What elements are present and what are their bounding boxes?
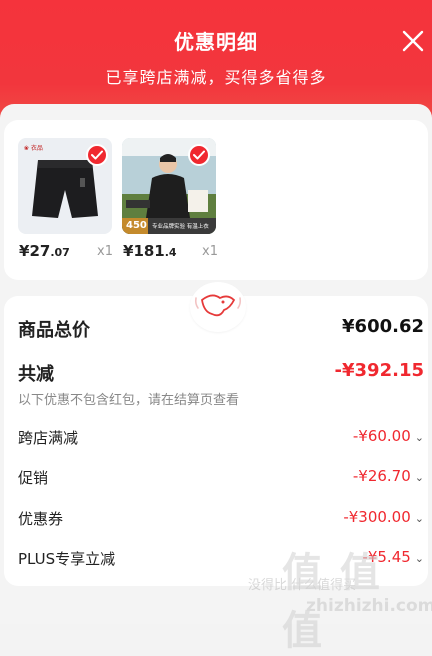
chevron-down-icon[interactable]: ⌄ xyxy=(415,552,424,565)
chevron-down-icon[interactable]: ⌄ xyxy=(415,471,424,484)
product-price: ¥181.4 xyxy=(123,242,177,260)
image-badge: 450 xyxy=(126,220,147,231)
total-price-value: ¥600.62 xyxy=(342,316,424,337)
discount-item-value: -¥300.00 xyxy=(343,508,411,526)
selected-check-icon[interactable] xyxy=(86,144,108,166)
total-price-label: 商品总价 xyxy=(18,320,90,341)
discount-item-value: -¥60.00 xyxy=(352,427,411,445)
product-price: ¥27.07 xyxy=(19,242,70,260)
product-quantity: x1 xyxy=(97,244,113,259)
image-caption: 专业品牌实验 有温上衣 xyxy=(152,224,209,230)
discount-item-label: 促销 xyxy=(18,469,49,487)
page-subtitle: 已享跨店满减，买得多省得多 xyxy=(105,68,327,87)
selected-check-icon[interactable] xyxy=(188,144,210,166)
discount-item-value: -¥26.70 xyxy=(352,467,411,485)
product-quantity: x1 xyxy=(202,244,218,259)
svg-text:❀ 衣品: ❀ 衣品 xyxy=(24,144,43,152)
red-packet-bubble xyxy=(190,282,246,332)
discount-item-label: 优惠券 xyxy=(18,510,64,528)
dog-mascot-icon xyxy=(194,294,242,317)
close-icon[interactable] xyxy=(400,28,426,54)
total-discount-label: 共减 xyxy=(18,364,54,385)
total-discount-value: -¥392.15 xyxy=(334,360,424,381)
page-title: 优惠明细 xyxy=(174,30,258,54)
discount-note: 以下优惠不包含红包，请在结算页查看 xyxy=(18,393,240,408)
discount-item-label: PLUS专享立减 xyxy=(18,550,116,568)
discount-item-value: -¥5.45 xyxy=(362,548,411,566)
discount-item-label: 跨店满减 xyxy=(18,429,79,447)
discount-detail-header: 优惠明细 已享跨店满减，买得多省得多 xyxy=(0,0,432,120)
chevron-down-icon[interactable]: ⌄ xyxy=(415,431,424,444)
chevron-down-icon[interactable]: ⌄ xyxy=(415,512,424,525)
